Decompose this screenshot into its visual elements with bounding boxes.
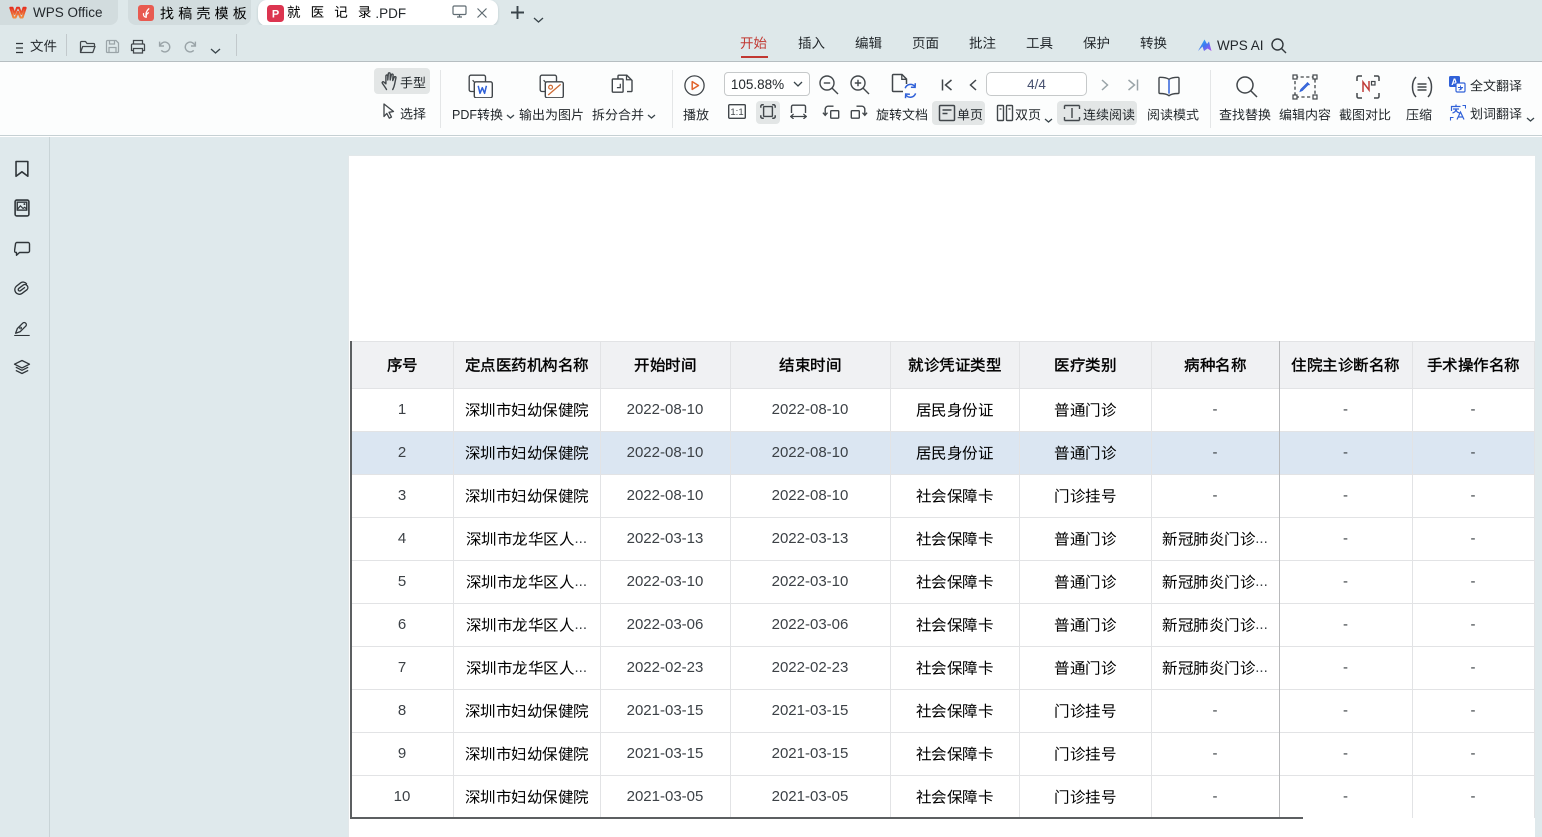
svg-text:P: P bbox=[272, 8, 279, 20]
svg-text:1:1: 1:1 bbox=[730, 107, 743, 118]
